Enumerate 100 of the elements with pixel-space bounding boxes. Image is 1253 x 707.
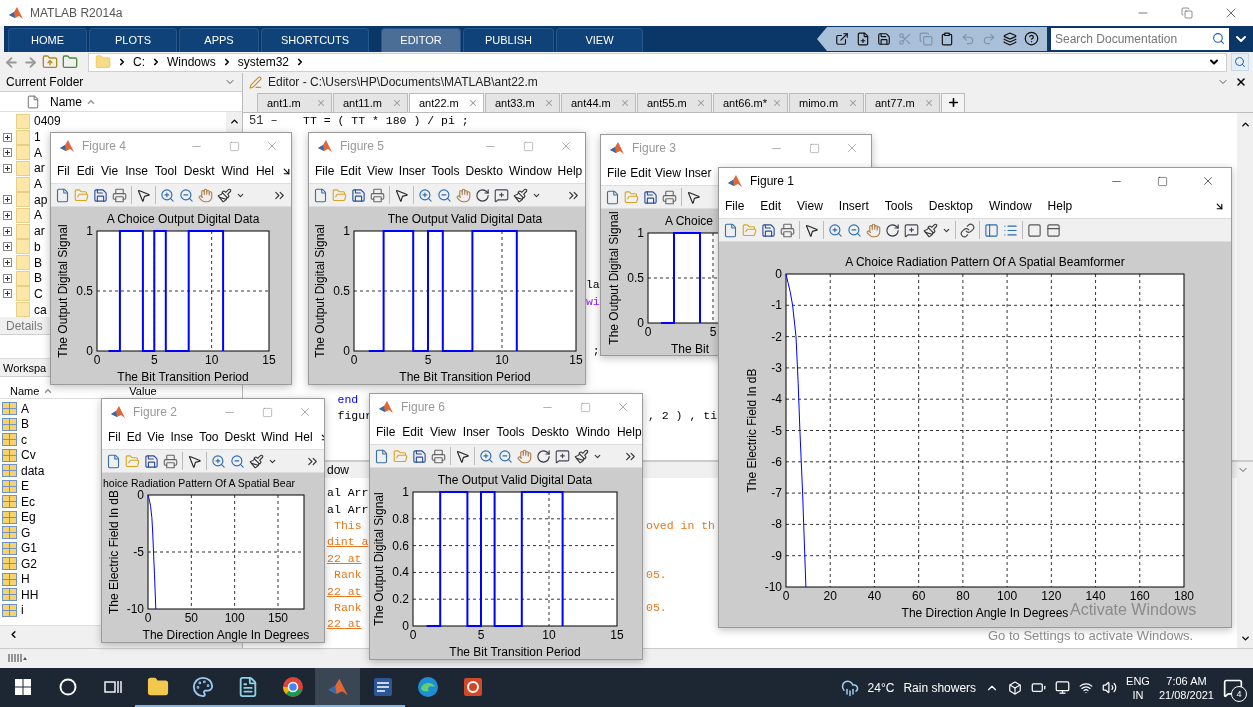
printer-icon[interactable]: [163, 453, 178, 469]
file-tab[interactable]: mimo.m: [789, 92, 864, 112]
path-segment[interactable]: system32: [237, 55, 290, 70]
menu-item[interactable]: Edit: [630, 166, 652, 180]
variable-name[interactable]: i: [21, 603, 24, 618]
legend-icon[interactable]: [1003, 222, 1018, 238]
menu-item[interactable]: Wind: [261, 430, 289, 444]
menu-item[interactable]: Wind: [221, 164, 249, 178]
new-file-icon[interactable]: [374, 448, 389, 464]
expand-icon[interactable]: [3, 210, 12, 220]
menu-item[interactable]: Help: [557, 164, 583, 178]
expand-icon[interactable]: [3, 195, 12, 205]
wifi-icon[interactable]: [1079, 680, 1094, 695]
menu-item[interactable]: Fil: [108, 430, 121, 444]
new-file-icon[interactable]: [106, 453, 121, 469]
menu-item[interactable]: Inser: [398, 164, 426, 178]
folder-name[interactable]: 1: [34, 130, 41, 144]
new-file-icon[interactable]: [723, 222, 738, 238]
square-icon[interactable]: [1027, 222, 1042, 238]
variable-name[interactable]: G1: [21, 541, 37, 556]
rotate-icon[interactable]: [536, 448, 551, 464]
zoom-out-icon[interactable]: [179, 187, 194, 203]
file-tab[interactable]: ant66.m*: [713, 92, 788, 112]
help-icon[interactable]: [1024, 31, 1039, 47]
variable-name[interactable]: B: [21, 417, 29, 432]
new-tab-button[interactable]: [941, 92, 965, 112]
printer-icon[interactable]: [431, 448, 446, 464]
new-file-icon[interactable]: [55, 187, 70, 203]
column-header[interactable]: Name: [10, 385, 40, 397]
file-tab[interactable]: ant11.m: [333, 92, 408, 112]
data-cursor-icon[interactable]: [494, 187, 509, 203]
menu-item[interactable]: View: [655, 166, 681, 180]
folder-name[interactable]: ar: [34, 161, 45, 176]
brush-icon[interactable]: [217, 187, 232, 203]
brush-icon[interactable]: [249, 453, 264, 469]
path-segment[interactable]: Windows: [167, 55, 216, 70]
clock-time[interactable]: 7:06 AM: [1166, 674, 1207, 687]
save-icon[interactable]: [144, 453, 159, 469]
shortcut-icon[interactable]: [835, 31, 849, 46]
menu-item[interactable]: Edi: [76, 164, 94, 178]
expand-icon[interactable]: [3, 273, 12, 283]
ribbon-tab[interactable]: SHORTCUTS: [261, 27, 369, 52]
close-icon[interactable]: [1235, 76, 1247, 89]
zoom-in-icon[interactable]: [211, 453, 226, 469]
maximize-icon[interactable]: [1156, 175, 1168, 187]
menu-item[interactable]: File: [725, 199, 745, 213]
paste-icon[interactable]: [940, 31, 954, 46]
save-icon[interactable]: [761, 222, 776, 238]
menu-item[interactable]: View: [797, 199, 823, 213]
folder-name[interactable]: ap: [34, 192, 48, 207]
menu-item[interactable]: Deskto: [465, 164, 503, 178]
menu-item[interactable]: Window: [508, 164, 552, 178]
menu-item[interactable]: File: [376, 425, 396, 439]
ribbon-tab[interactable]: PUBLISH: [463, 27, 554, 52]
zoom-out-icon[interactable]: [230, 453, 245, 469]
folder-name[interactable]: ar: [34, 224, 45, 239]
save-icon[interactable]: [93, 187, 108, 203]
menu-item[interactable]: Too: [199, 430, 219, 444]
column-header[interactable]: Value: [129, 385, 157, 397]
folder-name[interactable]: B: [34, 255, 42, 270]
menu-item[interactable]: Tools: [496, 425, 525, 439]
ribbon-tab[interactable]: HOME: [8, 27, 87, 52]
file-tab[interactable]: ant22.m: [409, 92, 484, 112]
data-cursor-icon[interactable]: [904, 222, 919, 238]
zoom-out-icon[interactable]: [437, 187, 452, 203]
variable-name[interactable]: Ec: [21, 494, 35, 509]
zoom-in-icon[interactable]: [160, 187, 175, 203]
brush-icon[interactable]: [923, 222, 938, 238]
menu-item[interactable]: Help: [616, 425, 642, 439]
task-view-icon[interactable]: [103, 678, 122, 695]
rotate-icon[interactable]: [475, 187, 490, 203]
brush-icon[interactable]: [574, 448, 589, 464]
folder-name[interactable]: 0409: [34, 114, 61, 129]
folder-name[interactable]: A: [34, 208, 42, 223]
menu-item[interactable]: Vie: [147, 430, 165, 444]
file-tab[interactable]: ant77.m: [865, 92, 940, 112]
pointer-icon[interactable]: [686, 189, 701, 205]
menu-item[interactable]: View: [367, 164, 393, 178]
circle-icon[interactable]: [58, 677, 77, 696]
panel-icon[interactable]: [1046, 222, 1061, 238]
ribbon-tab[interactable]: EDITOR: [381, 27, 461, 52]
language-indicator[interactable]: ENG: [1126, 674, 1150, 687]
path-field[interactable]: C: Windows system32: [88, 52, 1227, 72]
menu-item[interactable]: Ed: [126, 430, 142, 444]
printer-icon[interactable]: [662, 189, 677, 205]
save-icon[interactable]: [877, 31, 891, 46]
zoom-in-icon[interactable]: [418, 187, 433, 203]
menu-item[interactable]: File: [315, 164, 335, 178]
variable-name[interactable]: c: [21, 432, 27, 447]
menu-item[interactable]: Deskt: [183, 164, 215, 178]
variable-name[interactable]: E: [21, 479, 29, 494]
expand-icon[interactable]: [3, 226, 12, 236]
menu-item[interactable]: Tools: [431, 164, 460, 178]
menu-item[interactable]: Windo: [575, 425, 610, 439]
variable-name[interactable]: G2: [21, 556, 37, 571]
expand-icon[interactable]: [3, 163, 12, 173]
printer-icon[interactable]: [112, 187, 127, 203]
menu-item[interactable]: Inser: [684, 166, 712, 180]
language-indicator[interactable]: IN: [1132, 688, 1144, 701]
file-tab[interactable]: ant1.m: [257, 92, 332, 112]
